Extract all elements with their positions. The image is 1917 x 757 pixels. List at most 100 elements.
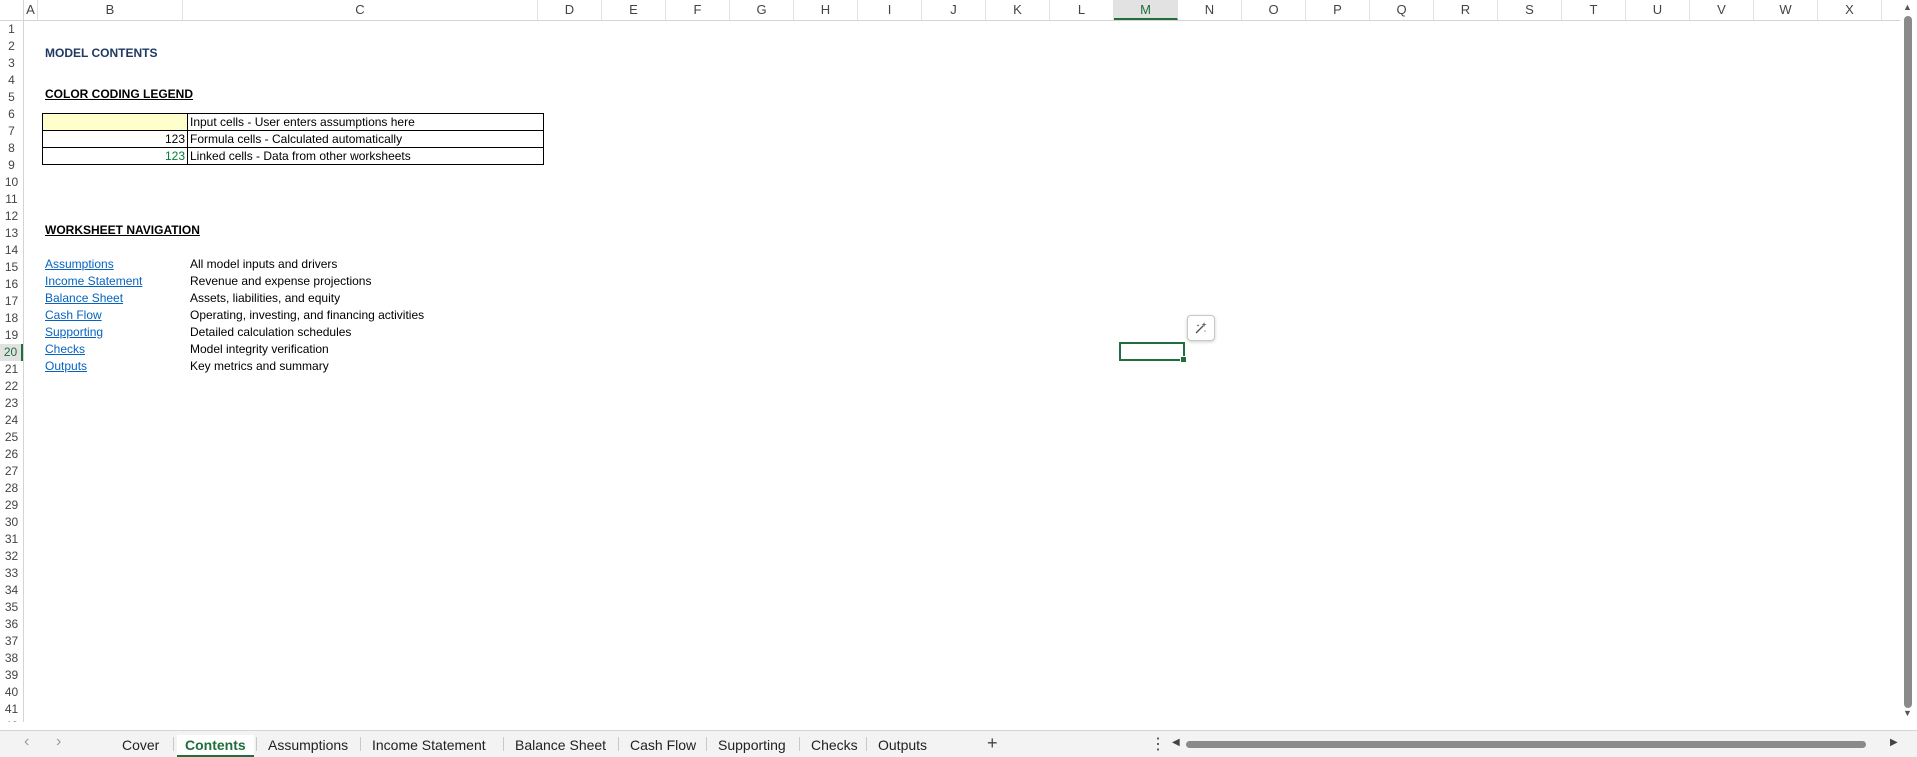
row-header-29[interactable]: 29 (0, 497, 23, 514)
tab-contents[interactable]: Contents (177, 735, 254, 757)
row-header-13[interactable]: 13 (0, 225, 23, 242)
column-header-d[interactable]: D (538, 0, 602, 20)
row-header-30[interactable]: 30 (0, 514, 23, 531)
vertical-scroll-thumb[interactable] (1904, 16, 1912, 708)
column-header-s[interactable]: S (1498, 0, 1562, 20)
tab-income-statement[interactable]: Income Statement (364, 735, 494, 755)
column-header-j[interactable]: J (922, 0, 986, 20)
row-header-35[interactable]: 35 (0, 599, 23, 616)
row-header-27[interactable]: 27 (0, 463, 23, 480)
row-header-6[interactable]: 6 (0, 106, 23, 123)
nav-link-assumptions[interactable]: Assumptions (45, 256, 114, 273)
legend-sample-input[interactable] (43, 114, 188, 131)
row-header-11[interactable]: 11 (0, 191, 23, 208)
previous-sheet-icon[interactable]: ‹ (24, 733, 29, 751)
tab-supporting[interactable]: Supporting (710, 735, 794, 755)
row-header-8[interactable]: 8 (0, 140, 23, 157)
column-header-k[interactable]: K (986, 0, 1050, 20)
row-header-1[interactable]: 1 (0, 21, 23, 38)
scroll-right-icon[interactable]: ▶ (1890, 737, 1898, 748)
row-header-42[interactable]: 42 (0, 718, 23, 722)
tab-cover[interactable]: Cover (114, 735, 167, 755)
column-header-c[interactable]: C (183, 0, 538, 20)
nav-link-income-statement[interactable]: Income Statement (45, 273, 142, 290)
next-sheet-icon[interactable]: › (56, 733, 61, 751)
column-header-g[interactable]: G (730, 0, 794, 20)
column-header-b[interactable]: B (38, 0, 183, 20)
column-header-x[interactable]: X (1818, 0, 1882, 20)
row-header-20[interactable]: 20 (0, 344, 23, 361)
nav-link-outputs[interactable]: Outputs (45, 358, 87, 375)
row-header-23[interactable]: 23 (0, 395, 23, 412)
tab-checks[interactable]: Checks (803, 735, 866, 755)
horizontal-scrollbar[interactable]: ◀ ▶ (1172, 737, 1902, 750)
row-header-15[interactable]: 15 (0, 259, 23, 276)
legend-sample-linked[interactable]: 123 (43, 148, 188, 165)
row-header-22[interactable]: 22 (0, 378, 23, 395)
row-header-34[interactable]: 34 (0, 582, 23, 599)
column-header-u[interactable]: U (1626, 0, 1690, 20)
select-all-corner[interactable] (0, 0, 24, 20)
tab-balance-sheet[interactable]: Balance Sheet (507, 735, 614, 755)
row-header-16[interactable]: 16 (0, 276, 23, 293)
column-header-t[interactable]: T (1562, 0, 1626, 20)
legend-sample-formula[interactable]: 123 (43, 131, 188, 148)
row-header-14[interactable]: 14 (0, 242, 23, 259)
column-header-q[interactable]: Q (1370, 0, 1434, 20)
row-header-31[interactable]: 31 (0, 531, 23, 548)
row-header-4[interactable]: 4 (0, 72, 23, 89)
row-header-32[interactable]: 32 (0, 548, 23, 565)
column-header-m[interactable]: M (1114, 0, 1178, 20)
horizontal-scroll-thumb[interactable] (1186, 741, 1866, 748)
row-header-40[interactable]: 40 (0, 684, 23, 701)
column-header-l[interactable]: L (1050, 0, 1114, 20)
column-header-a[interactable]: A (24, 0, 38, 20)
column-header-n[interactable]: N (1178, 0, 1242, 20)
tab-outputs[interactable]: Outputs (870, 735, 935, 755)
row-header-39[interactable]: 39 (0, 667, 23, 684)
row-header-12[interactable]: 12 (0, 208, 23, 225)
row-header-2[interactable]: 2 (0, 38, 23, 55)
row-header-33[interactable]: 33 (0, 565, 23, 582)
row-header-37[interactable]: 37 (0, 633, 23, 650)
column-header-e[interactable]: E (602, 0, 666, 20)
nav-link-balance-sheet[interactable]: Balance Sheet (45, 290, 123, 307)
row-header-17[interactable]: 17 (0, 293, 23, 310)
nav-link-cash-flow[interactable]: Cash Flow (45, 307, 102, 324)
scroll-left-icon[interactable]: ◀ (1172, 737, 1180, 748)
row-header-24[interactable]: 24 (0, 412, 23, 429)
row-header-10[interactable]: 10 (0, 174, 23, 191)
selected-cell-M20[interactable] (1119, 342, 1187, 363)
nav-link-checks[interactable]: Checks (45, 341, 85, 358)
column-header-w[interactable]: W (1754, 0, 1818, 20)
row-header-28[interactable]: 28 (0, 480, 23, 497)
quick-analysis-button[interactable] (1187, 315, 1215, 341)
row-header-21[interactable]: 21 (0, 361, 23, 378)
column-header-r[interactable]: R (1434, 0, 1498, 20)
row-header-9[interactable]: 9 (0, 157, 23, 174)
row-header-36[interactable]: 36 (0, 616, 23, 633)
worksheet-grid[interactable]: MODEL CONTENTS COLOR CODING LEGEND Input… (24, 20, 1900, 722)
row-header-3[interactable]: 3 (0, 55, 23, 72)
row-header-18[interactable]: 18 (0, 310, 23, 327)
column-header-v[interactable]: V (1690, 0, 1754, 20)
tab-assumptions[interactable]: Assumptions (260, 735, 356, 755)
column-header-f[interactable]: F (666, 0, 730, 20)
column-header-i[interactable]: I (858, 0, 922, 20)
tab-cash-flow[interactable]: Cash Flow (622, 735, 704, 755)
scroll-up-icon[interactable]: ▲ (1903, 2, 1912, 12)
row-header-38[interactable]: 38 (0, 650, 23, 667)
row-header-7[interactable]: 7 (0, 123, 23, 140)
add-sheet-button[interactable]: + (987, 733, 998, 754)
vertical-scrollbar[interactable]: ▲ ▼ (1900, 0, 1917, 722)
more-options-icon[interactable]: ⋮ (1150, 734, 1166, 754)
row-header-41[interactable]: 41 (0, 701, 23, 718)
row-header-26[interactable]: 26 (0, 446, 23, 463)
nav-link-supporting[interactable]: Supporting (45, 324, 103, 341)
fill-handle[interactable] (1180, 356, 1187, 363)
column-header-h[interactable]: H (794, 0, 858, 20)
column-header-o[interactable]: O (1242, 0, 1306, 20)
row-header-25[interactable]: 25 (0, 429, 23, 446)
column-header-p[interactable]: P (1306, 0, 1370, 20)
scroll-down-icon[interactable]: ▼ (1903, 708, 1912, 718)
